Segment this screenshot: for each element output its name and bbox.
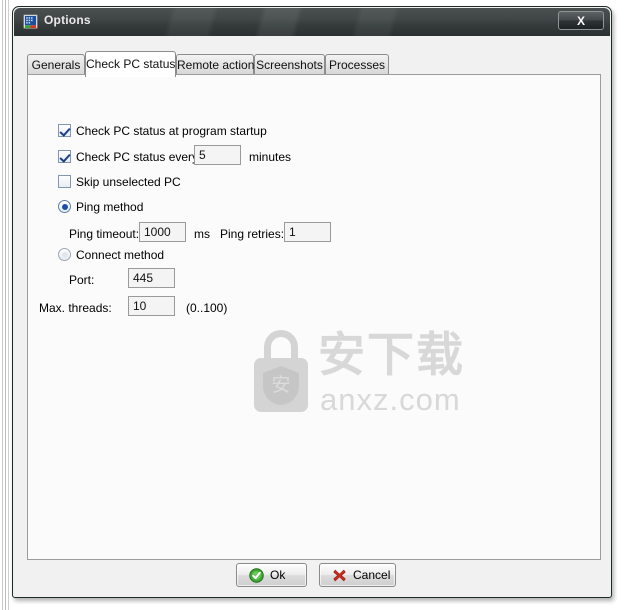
window-title: Options bbox=[44, 13, 91, 27]
tab-processes[interactable]: Processes bbox=[325, 54, 389, 75]
window-titlebar: Options X bbox=[14, 8, 610, 36]
tab-check-pc-status[interactable]: Check PC status bbox=[85, 51, 176, 77]
label-skip-unselected-pc: Skip unselected PC bbox=[76, 175, 181, 189]
label-connect-method: Connect method bbox=[76, 248, 165, 262]
label-ping-method: Ping method bbox=[76, 200, 144, 214]
label-check-at-startup: Check PC status at program startup bbox=[76, 124, 267, 138]
cancel-button-label: Cancel bbox=[353, 568, 391, 582]
desktop-edge-stripe bbox=[8, 0, 9, 610]
close-button[interactable]: X bbox=[558, 11, 604, 30]
checkbox-check-at-startup[interactable] bbox=[58, 124, 71, 137]
input-ping-timeout[interactable] bbox=[139, 222, 186, 242]
label-max-threads: Max. threads: bbox=[39, 301, 112, 315]
ok-button[interactable]: Ok bbox=[236, 563, 307, 587]
tab-remote-action[interactable]: Remote action bbox=[176, 54, 254, 75]
window-client-area: Generals Check PC status Remote action S… bbox=[14, 36, 610, 596]
checkbox-check-every[interactable] bbox=[58, 150, 71, 163]
options-window: Options X Generals Check PC status Remot… bbox=[12, 6, 612, 598]
checkbox-skip-unselected-pc[interactable] bbox=[58, 175, 71, 188]
label-max-threads-range: (0..100) bbox=[186, 301, 228, 315]
screenshot-root: Options X Generals Check PC status Remot… bbox=[0, 0, 627, 610]
desktop-edge-stripe bbox=[5, 0, 6, 610]
tab-screenshots[interactable]: Screenshots bbox=[254, 54, 325, 75]
watermark-chinese-text: 安下载 bbox=[318, 328, 465, 381]
label-ping-retries: Ping retries: bbox=[220, 227, 285, 241]
radio-connect-method[interactable] bbox=[58, 248, 71, 261]
app-icon bbox=[23, 14, 38, 29]
watermark-url-text: anxz.com bbox=[320, 382, 461, 417]
input-ping-retries[interactable] bbox=[284, 222, 331, 242]
input-check-interval-minutes[interactable] bbox=[194, 145, 241, 165]
label-check-every: Check PC status every bbox=[76, 150, 199, 164]
watermark-badge-text: 安 bbox=[271, 374, 290, 396]
label-port: Port: bbox=[69, 273, 95, 287]
cancel-button[interactable]: Cancel bbox=[319, 563, 396, 587]
check-circle-icon bbox=[249, 568, 264, 583]
tab-generals[interactable]: Generals bbox=[27, 54, 85, 75]
watermark-lock-icon: 安 bbox=[254, 330, 308, 412]
input-max-threads[interactable] bbox=[128, 296, 175, 316]
watermark: 安 安下载 anxz.com bbox=[250, 327, 470, 427]
radio-ping-method[interactable] bbox=[58, 200, 71, 213]
label-ping-timeout: Ping timeout: bbox=[69, 227, 140, 241]
ok-button-label: Ok bbox=[270, 568, 286, 582]
close-x-icon bbox=[333, 569, 346, 582]
label-minutes-unit: minutes bbox=[249, 150, 292, 164]
desktop-edge-stripe bbox=[2, 0, 3, 610]
tab-content-panel: Check PC status at program startup Check… bbox=[27, 74, 601, 560]
input-port[interactable] bbox=[128, 268, 175, 288]
label-ms-unit: ms bbox=[194, 227, 210, 241]
